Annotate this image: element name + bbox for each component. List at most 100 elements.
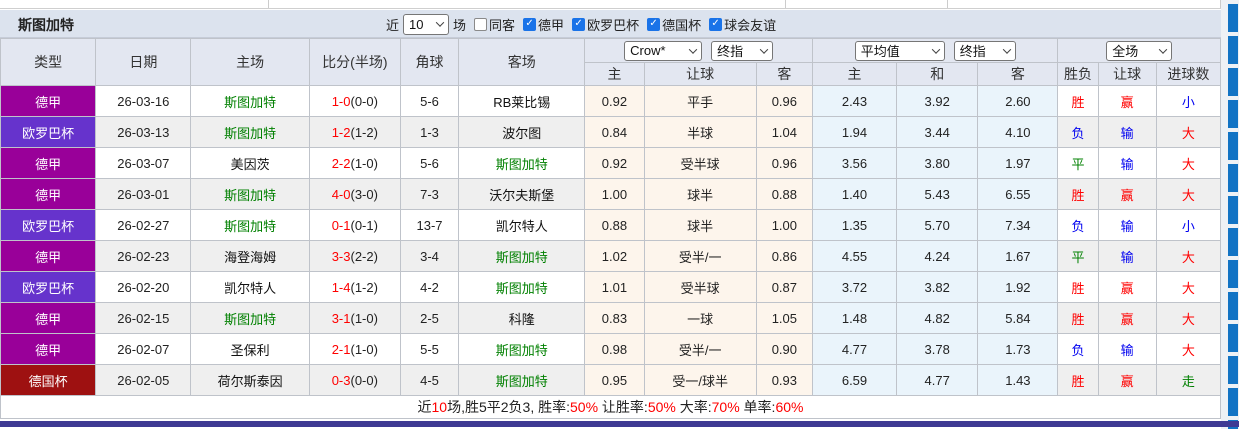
home-team[interactable]: 斯图加特 xyxy=(190,302,310,334)
euro-draw-odds: 4.24 xyxy=(896,240,979,272)
filter-checkbox-label: 欧罗巴杯 xyxy=(587,17,640,33)
summary-segment: 50% xyxy=(570,399,599,415)
away-team[interactable]: 波尔图 xyxy=(458,116,586,148)
home-team[interactable]: 凯尔特人 xyxy=(190,271,310,303)
col-header-hcp-home: 主 xyxy=(584,62,645,86)
away-team[interactable]: 沃尔夫斯堡 xyxy=(458,178,586,210)
date-cell: 26-03-07 xyxy=(95,147,192,179)
summary-stats: 近10场,胜5平2负3, 胜率:50% 让胜率:50% 大率:70% 单率:60… xyxy=(0,395,1221,419)
fulltime-score: 3-1 xyxy=(331,310,351,326)
result-goals: 大 xyxy=(1155,116,1222,148)
corner-cell: 5-5 xyxy=(399,333,460,365)
summary-segment: 场,胜5平2负3, 胜率: xyxy=(447,399,571,415)
checkbox-checked-icon[interactable]: ✓ xyxy=(709,17,723,31)
result-handicap: 输 xyxy=(1097,209,1157,241)
summary-segment: 70% xyxy=(711,399,740,415)
checkbox-checked-icon[interactable]: ✓ xyxy=(572,17,586,31)
euro-index-type-select[interactable]: 终指 xyxy=(953,40,1016,61)
home-team[interactable]: 斯图加特 xyxy=(190,116,310,148)
corner-cell: 5-6 xyxy=(399,147,460,179)
halftime-score: (1-2) xyxy=(350,279,378,295)
handicap-line: 球半 xyxy=(643,209,757,241)
table-row: 欧罗巴杯 26-02-20 凯尔特人 1-4(1-2) 4-2 斯图加特 1.01 受半球 0.… xyxy=(0,271,1222,303)
home-team[interactable]: 斯图加特 xyxy=(190,178,310,210)
away-team[interactable]: 斯图加特 xyxy=(458,271,586,303)
filter-checkbox[interactable]: 同客 xyxy=(474,15,515,34)
corner-cell: 2-5 xyxy=(399,302,460,334)
handicap-company-select[interactable]: Crow* xyxy=(624,40,703,61)
league-badge: 德国杯 xyxy=(0,364,97,396)
euro-draw-odds: 4.77 xyxy=(896,364,979,396)
away-team[interactable]: 科隆 xyxy=(458,302,586,334)
filter-checkboxes: 同客 ✓ 德甲 ✓ 欧罗巴杯 ✓ 德国杯 ✓ 球会友谊 xyxy=(466,15,776,34)
score-cell: 2-2(1-0) xyxy=(308,147,401,179)
checkbox-checked-icon[interactable]: ✓ xyxy=(647,17,661,31)
away-team[interactable]: 凯尔特人 xyxy=(458,209,586,241)
halftime-score: (1-0) xyxy=(350,310,378,326)
away-team[interactable]: 斯图加特 xyxy=(458,240,586,272)
handicap-away-odds: 0.96 xyxy=(755,85,813,117)
euro-home-odds: 4.77 xyxy=(811,333,898,365)
date-cell: 26-02-27 xyxy=(95,209,192,241)
col-header-hcp-line: 让球 xyxy=(643,62,757,86)
col-header-result-handicap: 让球 xyxy=(1097,62,1157,86)
score-cell: 2-1(1-0) xyxy=(308,333,401,365)
home-team[interactable]: 荷尔斯泰因 xyxy=(190,364,310,396)
home-team[interactable]: 圣保利 xyxy=(190,333,310,365)
halftime-score: (0-1) xyxy=(350,217,378,233)
checkbox-checked-icon[interactable]: ✓ xyxy=(523,17,537,31)
result-outcome: 平 xyxy=(1057,147,1099,179)
away-team[interactable]: 斯图加特 xyxy=(458,333,586,365)
euro-away-odds: 5.84 xyxy=(977,302,1059,334)
table-row: 德甲 26-02-07 圣保利 2-1(1-0) 5-5 斯图加特 0.98 受半/一 0.90… xyxy=(0,333,1222,365)
summary-segment: 60% xyxy=(775,399,804,415)
handicap-home-odds: 1.01 xyxy=(584,271,645,303)
euro-draw-odds: 5.43 xyxy=(896,178,979,210)
handicap-line: 一球 xyxy=(643,302,757,334)
summary-segment: 单率: xyxy=(739,399,776,415)
league-badge: 德甲 xyxy=(0,333,97,365)
home-team[interactable]: 美因茨 xyxy=(190,147,310,179)
result-outcome: 胜 xyxy=(1057,302,1099,334)
table-row: 德甲 26-02-15 斯图加特 3-1(1-0) 2-5 科隆 0.83 一球 1.05 1.4… xyxy=(0,302,1222,334)
handicap-index-type-select[interactable]: 终指 xyxy=(711,40,774,61)
col-header-type: 类型 xyxy=(0,38,97,86)
score-cell: 4-0(3-0) xyxy=(308,178,401,210)
checkbox-unchecked-icon[interactable] xyxy=(474,17,488,31)
result-outcome: 胜 xyxy=(1057,271,1099,303)
handicap-line: 平手 xyxy=(643,85,757,117)
col-header-result-goals: 进球数 xyxy=(1155,62,1222,86)
euro-home-odds: 1.48 xyxy=(811,302,898,334)
date-cell: 26-03-01 xyxy=(95,178,192,210)
euro-away-odds: 7.34 xyxy=(977,209,1059,241)
filter-checkbox[interactable]: ✓ 球会友谊 xyxy=(709,15,776,34)
euro-home-odds: 3.72 xyxy=(811,271,898,303)
col-header-score: 比分(半场) xyxy=(308,38,401,86)
home-team[interactable]: 海登海姆 xyxy=(190,240,310,272)
handicap-line: 受半球 xyxy=(643,271,757,303)
filter-checkbox[interactable]: ✓ 欧罗巴杯 xyxy=(572,15,639,34)
score-cell: 3-3(2-2) xyxy=(308,240,401,272)
matches-count-select[interactable]: 10 xyxy=(403,13,450,35)
euro-company-select[interactable]: 平均值 xyxy=(854,40,945,61)
corner-cell: 4-5 xyxy=(399,364,460,396)
away-team[interactable]: 斯图加特 xyxy=(458,147,586,179)
result-goals: 大 xyxy=(1155,333,1222,365)
handicap-select-cell: Crow* 终指 xyxy=(584,38,813,63)
handicap-away-odds: 0.93 xyxy=(755,364,813,396)
filter-checkbox[interactable]: ✓ 德国杯 xyxy=(647,15,701,34)
halftime-score: (1-2) xyxy=(350,124,378,140)
col-header-euro-away: 客 xyxy=(977,62,1059,86)
euro-draw-odds: 5.70 xyxy=(896,209,979,241)
result-outcome: 负 xyxy=(1057,209,1099,241)
home-team[interactable]: 斯图加特 xyxy=(190,85,310,117)
home-team[interactable]: 斯图加特 xyxy=(190,209,310,241)
filter-checkbox[interactable]: ✓ 德甲 xyxy=(523,15,564,34)
table-row: 德甲 26-02-23 海登海姆 3-3(2-2) 3-4 斯图加特 1.02 受半/一 0.8… xyxy=(0,240,1222,272)
away-team[interactable]: 斯图加特 xyxy=(458,364,586,396)
away-team[interactable]: RB莱比锡 xyxy=(458,85,586,117)
scope-select[interactable]: 全场 xyxy=(1106,40,1173,61)
table-row: 德甲 26-03-01 斯图加特 4-0(3-0) 7-3 沃尔夫斯堡 1.00 球半 0.88… xyxy=(0,178,1222,210)
result-outcome: 胜 xyxy=(1057,178,1099,210)
handicap-away-odds: 0.90 xyxy=(755,333,813,365)
